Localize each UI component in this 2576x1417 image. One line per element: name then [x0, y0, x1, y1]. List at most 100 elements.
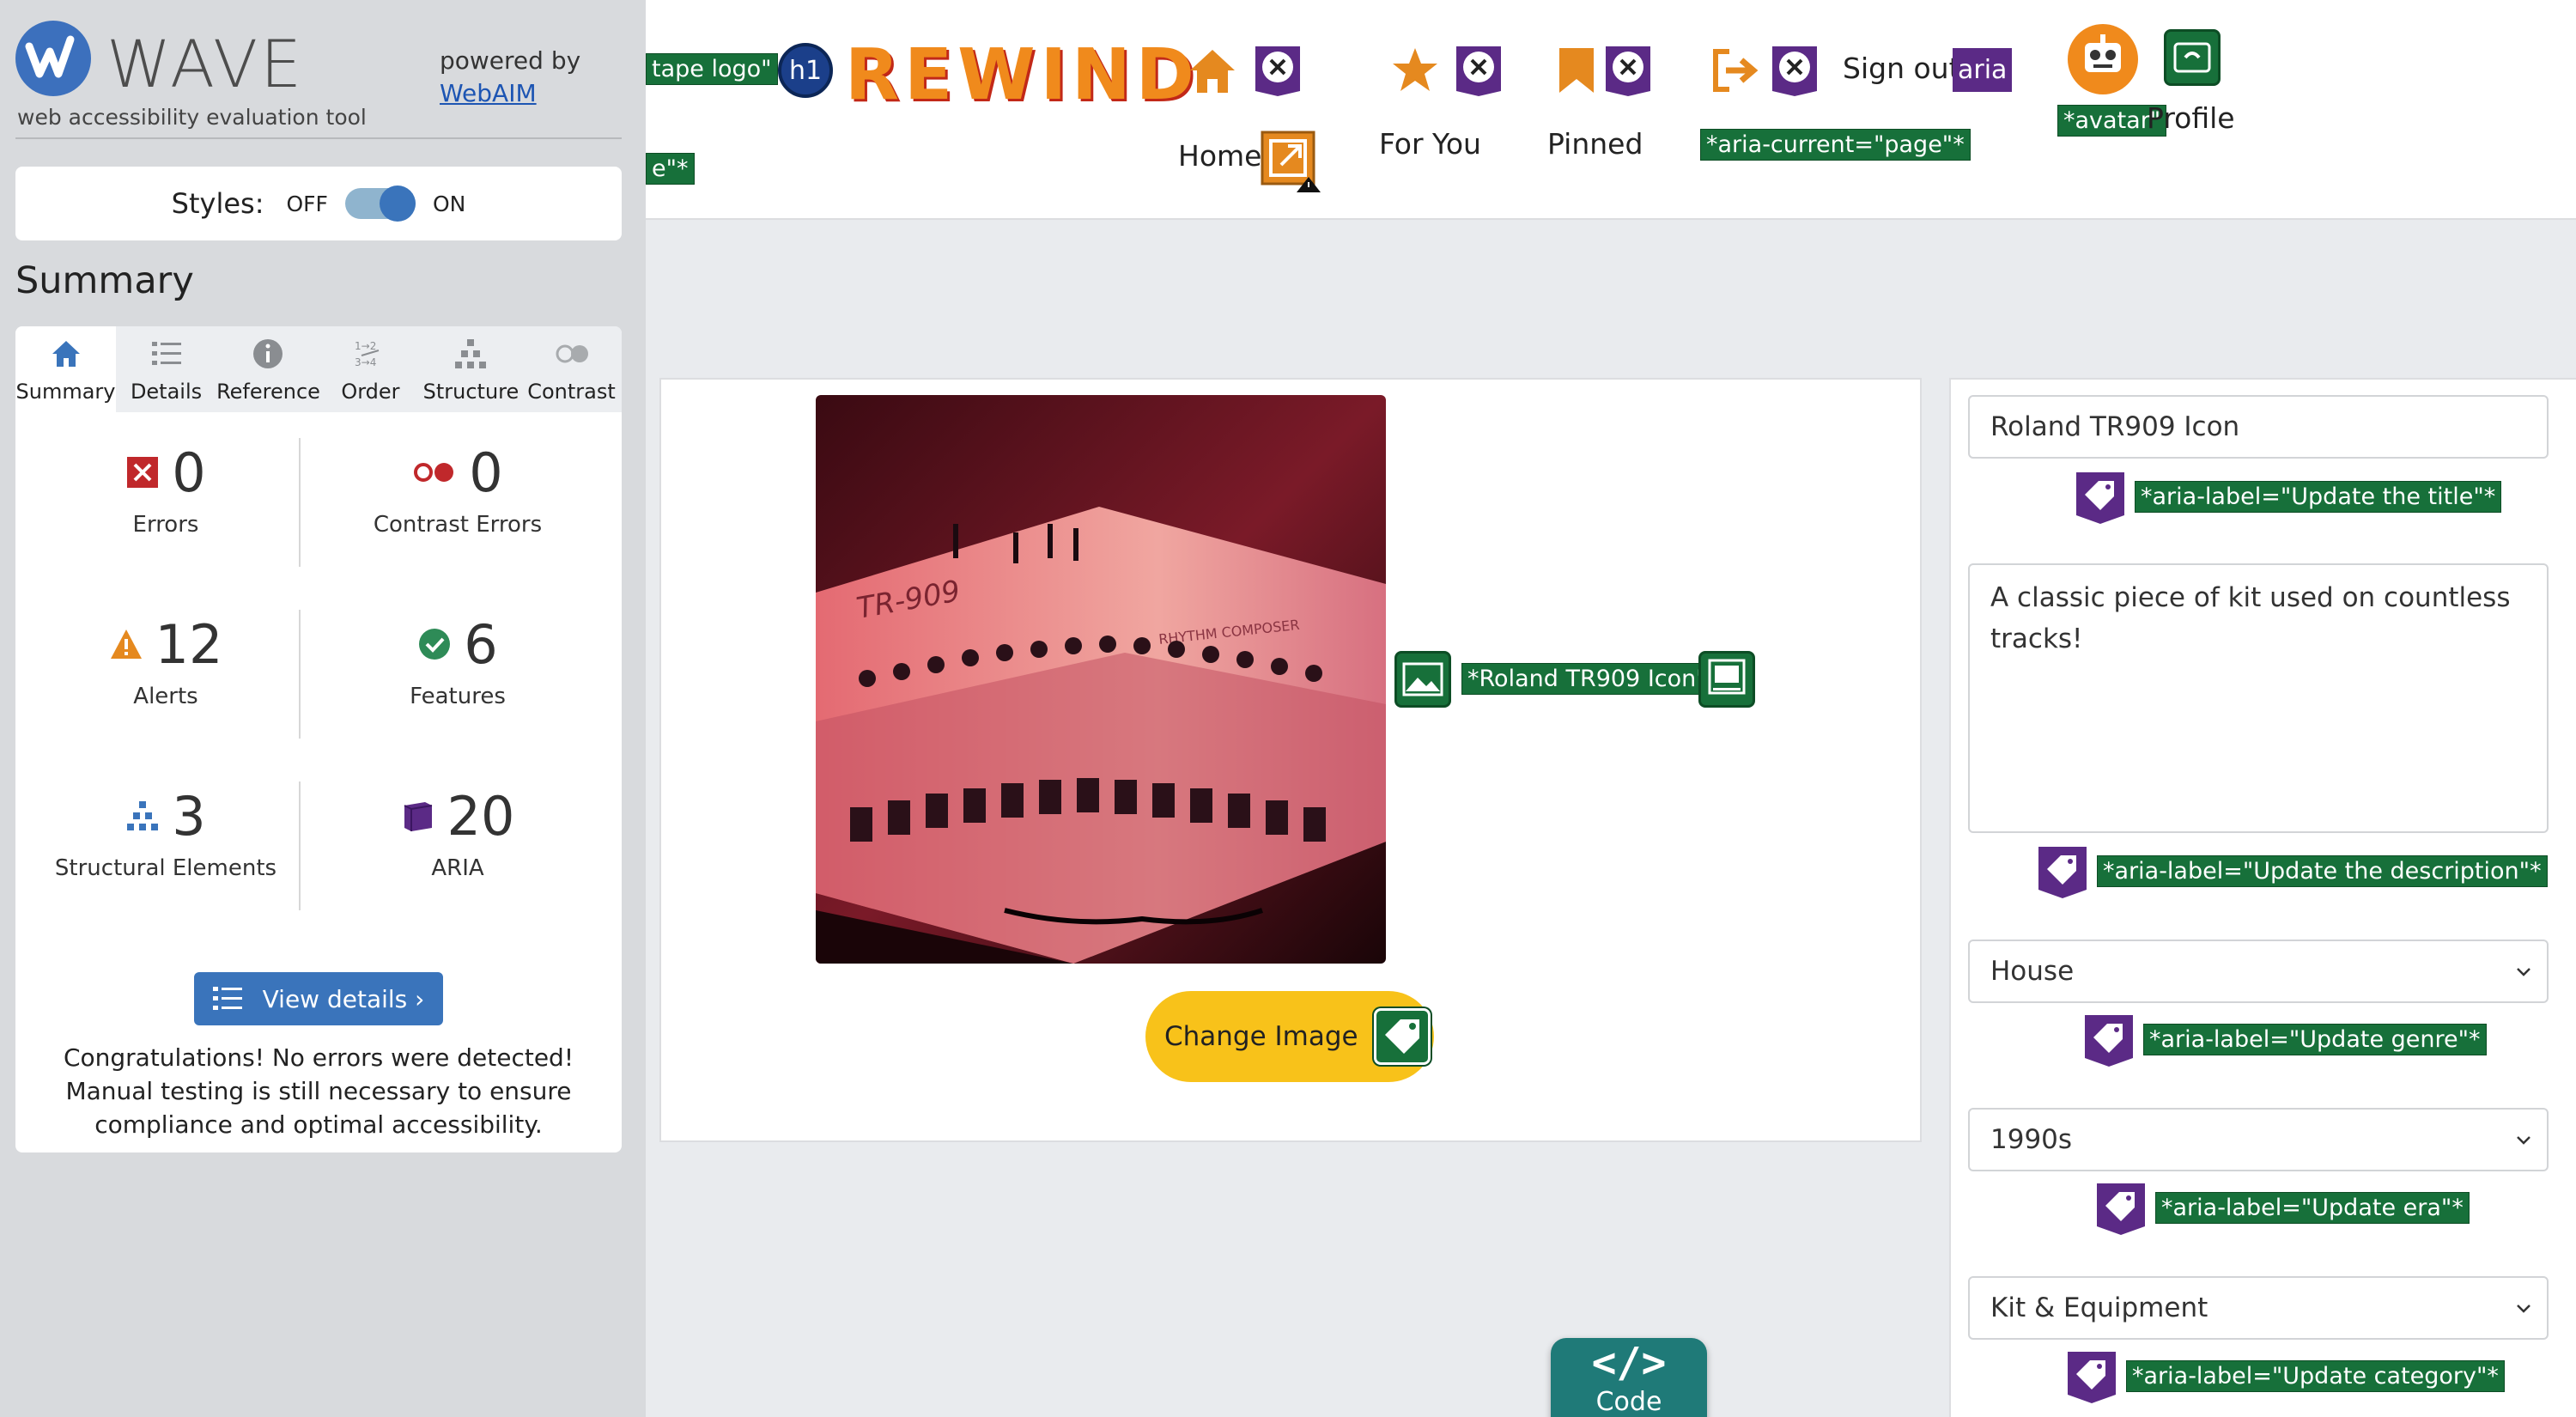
wave-sidebar: WAVE web accessibility evaluation tool p… [0, 0, 646, 1417]
roland-tr909-image: TR-909 RHYTHM COMPOSER [816, 395, 1386, 964]
star-icon[interactable] [1389, 45, 1441, 100]
image-alt-icon [1394, 651, 1451, 708]
list-icon [151, 342, 181, 365]
aria-label-icon [2073, 469, 2128, 524]
code-button[interactable]: </> Code [1551, 1338, 1707, 1417]
aria-hidden-icon [1601, 41, 1656, 96]
feature-icon [419, 629, 451, 660]
nav-pinned-label[interactable]: Pinned [1547, 127, 1643, 161]
stat-contrast-errors[interactable]: 0 Contrast Errors [320, 438, 595, 538]
powered-by: powered by WebAIM [440, 45, 580, 110]
aria-cube-icon [404, 802, 432, 831]
info-icon [253, 339, 283, 368]
tab-label: Details [130, 380, 203, 404]
svg-text:3→4: 3→4 [355, 356, 376, 368]
tab-order[interactable]: 1→2 3→4 Order [320, 326, 421, 412]
aria-label-icon [2064, 1348, 2119, 1403]
title-aria-annotation: *aria-label="Update the title"* [2073, 469, 2502, 524]
logo-alt-tag: tape logo" [646, 53, 778, 85]
features-label: Features [410, 684, 506, 709]
tab-reference[interactable]: Reference [216, 326, 320, 412]
title-value: Roland TR909 Icon [1990, 411, 2240, 442]
code-label: Code [1595, 1387, 1662, 1417]
structural-label: Structural Elements [54, 855, 277, 881]
tab-structure[interactable]: Structure [421, 326, 521, 412]
figure-icon [1698, 651, 1755, 708]
title-input[interactable]: Roland TR909 Icon [1968, 395, 2549, 459]
aria-badge: aria [1953, 48, 2013, 92]
styles-label: Styles: [171, 187, 264, 220]
home-icon [52, 341, 80, 367]
tab-contrast[interactable]: Contrast [521, 326, 622, 412]
era-select[interactable]: 1990s [1968, 1108, 2549, 1171]
code-icon: </> [1591, 1339, 1667, 1387]
aria-label-icon [2093, 1180, 2148, 1235]
brand-logo[interactable]: REWIND [845, 34, 1200, 116]
tab-label: Summary [15, 380, 116, 404]
era-aria-tag: *aria-label="Update era"* [2155, 1191, 2470, 1224]
bookmark-icon[interactable] [1551, 45, 1602, 100]
powered-by-text: powered by [440, 46, 581, 75]
change-image-label: Change Image [1164, 1021, 1358, 1052]
svg-text:1→2: 1→2 [355, 340, 376, 352]
aria-hidden-icon [1250, 41, 1305, 96]
chevron-down-icon [2517, 968, 2530, 976]
stat-errors[interactable]: 0 Errors [28, 438, 303, 538]
view-details-button[interactable]: View details › [194, 972, 443, 1025]
aria-current-tag: *aria-current="page"* [1700, 129, 1971, 161]
genre-aria-tag: *aria-label="Update genre"* [2143, 1023, 2487, 1055]
era-value: 1990s [1990, 1124, 2073, 1155]
congrats-message: Congratulations! No errors were detected… [63, 1043, 574, 1139]
nav-sign-out-label[interactable]: Sign out [1843, 52, 1960, 85]
category-aria-tag: *aria-label="Update category"* [2126, 1359, 2505, 1392]
contrast-error-icon [414, 463, 454, 482]
new-window-alert-icon [1261, 131, 1324, 198]
tab-details[interactable]: Details [116, 326, 216, 412]
summary-panel: Summary Details Reference 1→2 3→4 Order S… [15, 326, 622, 1152]
summary-heading: Summary [15, 259, 194, 302]
home-icon[interactable] [1187, 45, 1238, 100]
structural-count: 3 [172, 784, 206, 848]
alerts-label: Alerts [133, 684, 198, 709]
tab-label: Contrast [527, 380, 616, 404]
aria-hidden-icon [1767, 41, 1822, 96]
styles-toggle[interactable] [344, 185, 416, 222]
stats-row: 12 Alerts 6 Features [15, 610, 622, 739]
stat-structural[interactable]: 3 Structural Elements [28, 781, 303, 882]
image-alt-tag: *Roland TR909 Icon" [1461, 663, 1713, 695]
category-select[interactable]: Kit & Equipment [1968, 1276, 2549, 1340]
webaim-link[interactable]: WebAIM [440, 79, 537, 107]
tab-summary[interactable]: Summary [15, 326, 117, 412]
avatar-icon[interactable] [2068, 24, 2138, 94]
description-value: A classic piece of kit used on countless… [1990, 582, 2511, 654]
description-aria-tag: *aria-label="Update the description"* [2097, 854, 2548, 887]
stat-aria[interactable]: 20 ARIA [320, 781, 595, 881]
era-aria-annotation: *aria-label="Update era"* [2093, 1180, 2470, 1235]
genre-value: House [1990, 956, 2075, 987]
styles-off-label: OFF [286, 191, 328, 216]
category-aria-annotation: *aria-label="Update category"* [2064, 1348, 2505, 1403]
genre-aria-annotation: *aria-label="Update genre"* [2081, 1012, 2487, 1067]
contrast-errors-count: 0 [469, 441, 503, 504]
nav-for-you-label[interactable]: For You [1379, 127, 1481, 161]
tag-icon [1373, 1008, 1431, 1065]
aria-hidden-icon [1451, 41, 1506, 96]
errors-count: 0 [172, 441, 206, 504]
stat-alerts[interactable]: 12 Alerts [28, 610, 303, 709]
partial-alt-tag: e"* [646, 153, 695, 185]
aria-count: 20 [447, 784, 515, 848]
structure-icon [455, 339, 487, 368]
genre-select[interactable]: House [1968, 940, 2549, 1003]
stat-features[interactable]: 6 Features [320, 610, 595, 710]
structure-icon [127, 801, 159, 830]
order-icon: 1→23→4 [355, 340, 380, 368]
change-image-button[interactable]: Change Image [1145, 991, 1434, 1082]
error-icon [127, 457, 159, 488]
nav-home-label[interactable]: Home [1178, 139, 1261, 173]
errors-label: Errors [132, 512, 199, 538]
wave-logo-icon [15, 21, 91, 96]
sign-out-icon[interactable] [1709, 45, 1760, 100]
description-textarea[interactable]: A classic piece of kit used on countless… [1968, 563, 2549, 833]
nav-profile-label[interactable]: Profile [2147, 101, 2235, 135]
link-feature-icon [2164, 29, 2221, 86]
